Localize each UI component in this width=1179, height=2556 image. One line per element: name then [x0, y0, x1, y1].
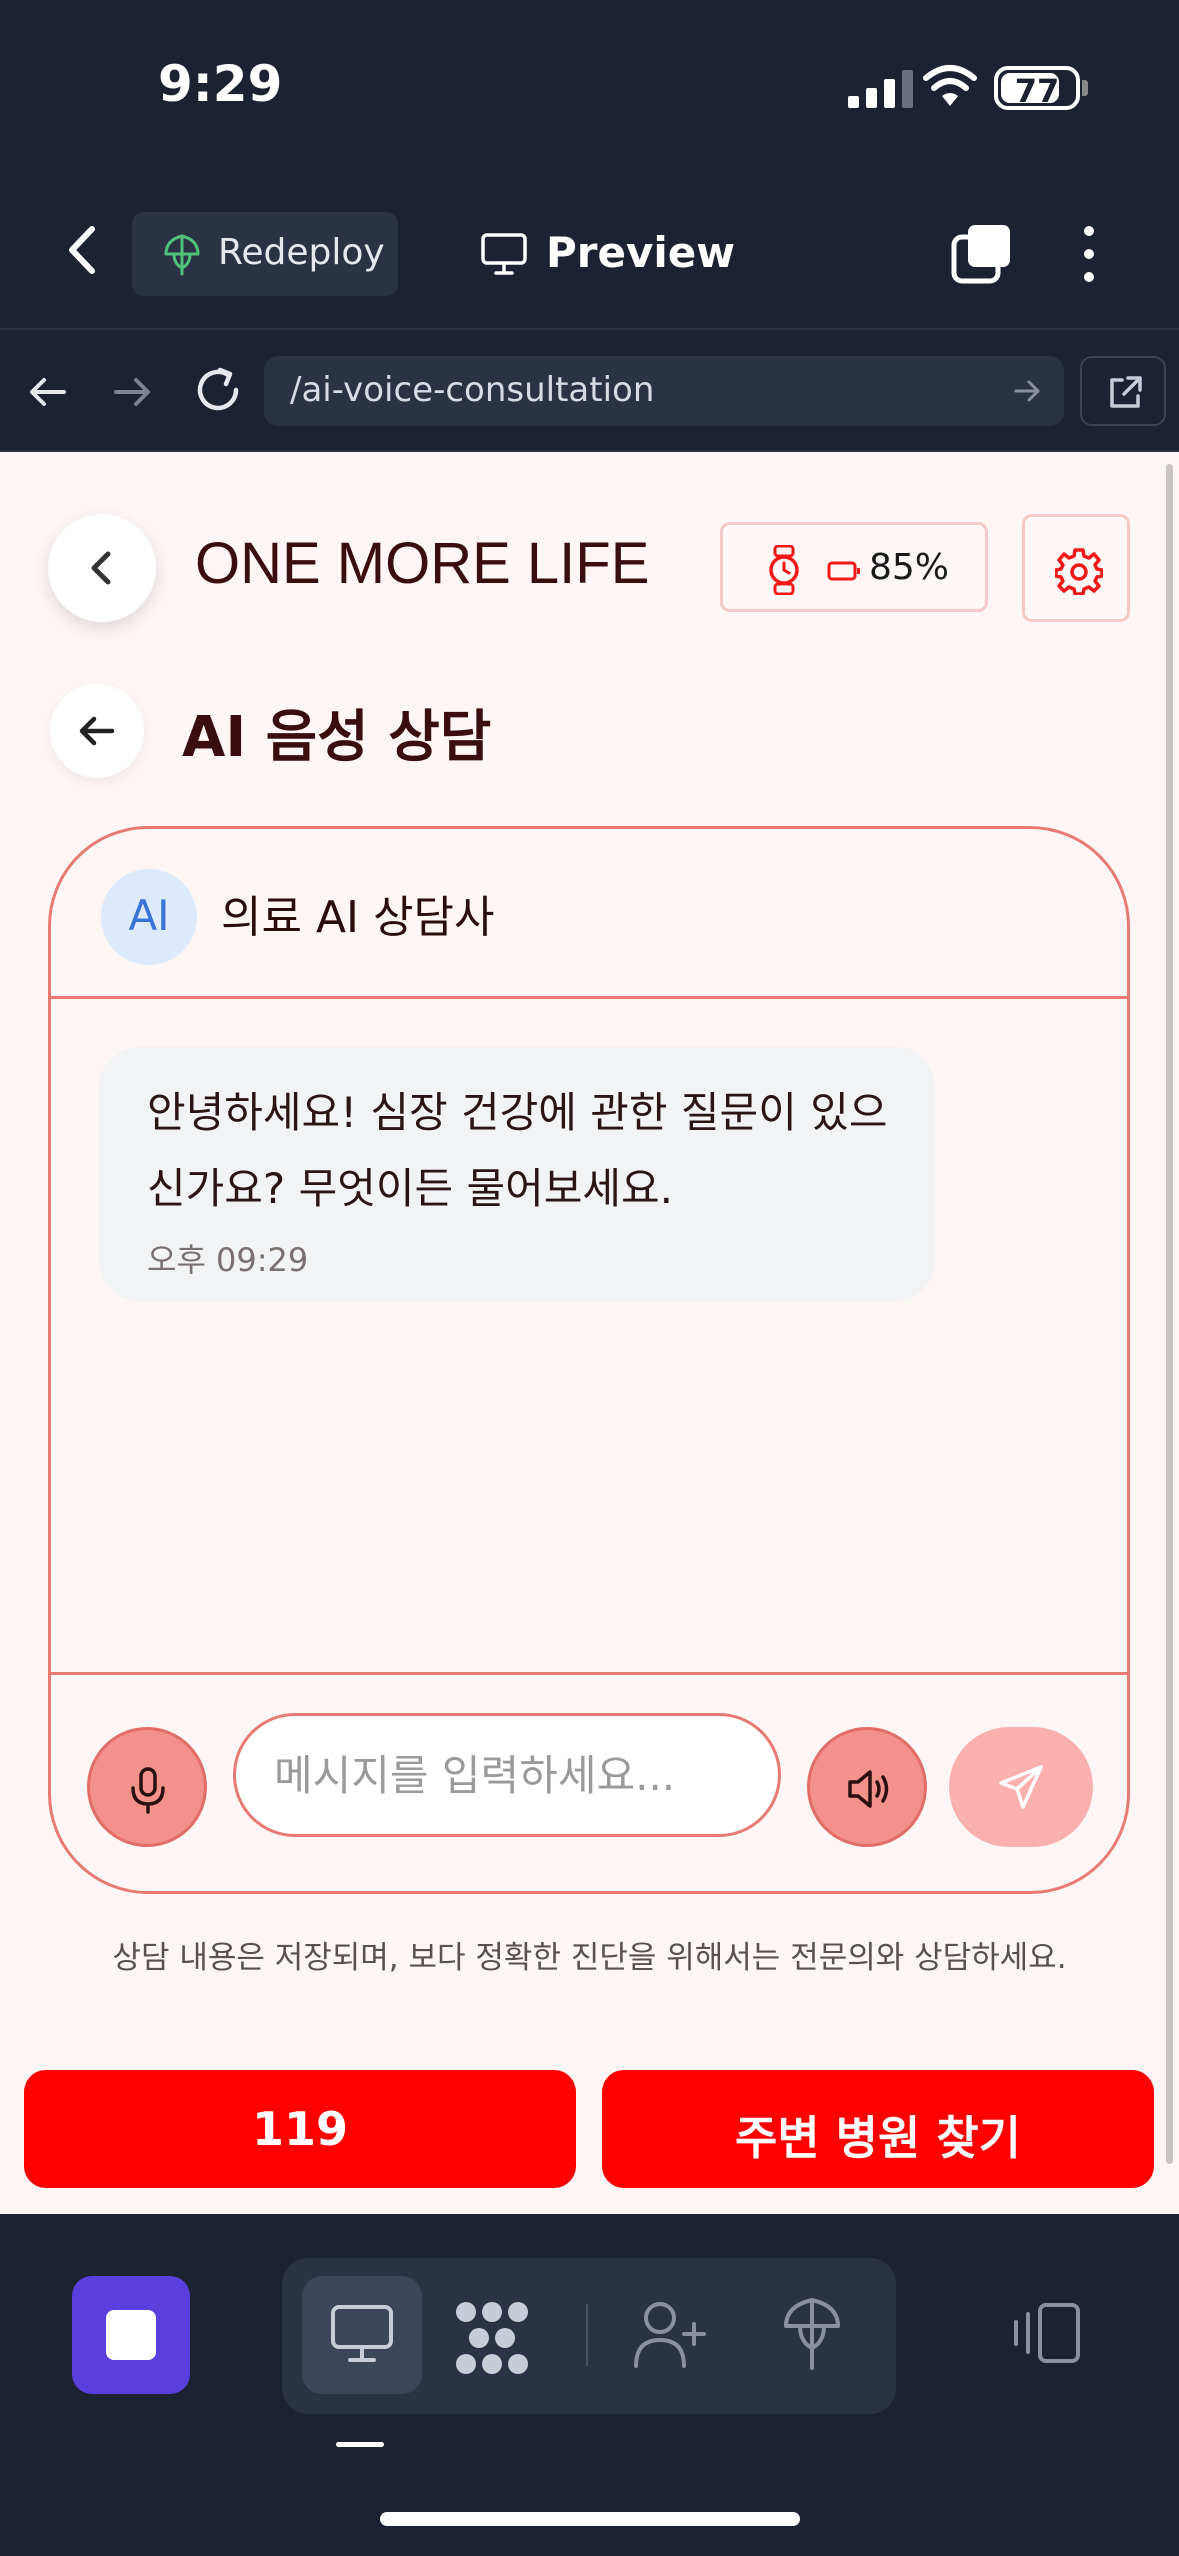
send-button[interactable]	[949, 1727, 1093, 1847]
cellular-signal-icon	[848, 70, 913, 108]
open-external-button[interactable]	[1080, 356, 1166, 426]
emergency-label: 119	[251, 2102, 349, 2156]
find-hospital-button[interactable]: 주변 병원 찾기	[602, 2070, 1154, 2188]
emergency-call-button[interactable]: 119	[24, 2070, 576, 2188]
back-chevron-icon[interactable]	[58, 215, 108, 285]
settings-button[interactable]	[1022, 514, 1130, 622]
chat-card: AI 의료 AI 상담사 안녕하세요! 심장 건강에 관한 질문이 있으신가요?…	[48, 826, 1130, 1894]
tabs-icon[interactable]	[950, 223, 1014, 285]
gear-icon	[1055, 548, 1103, 595]
toolbar-separator	[586, 2304, 588, 2366]
external-link-icon	[1110, 376, 1142, 408]
more-vertical-icon[interactable]	[1074, 223, 1104, 285]
chat-header: AI 의료 AI 상담사	[51, 829, 1127, 999]
arrow-left-icon[interactable]	[24, 368, 72, 416]
go-arrow-icon[interactable]	[1012, 376, 1042, 406]
stop-button[interactable]	[72, 2276, 190, 2394]
preview-button[interactable]: Preview	[478, 212, 738, 296]
redeploy-button[interactable]: Redeploy	[132, 212, 398, 296]
message-text: 안녕하세요! 심장 건강에 관한 질문이 있으신가요? 무엇이든 물어보세요.	[147, 1088, 888, 1213]
composer	[51, 1675, 1127, 1891]
brand-logo-text: ONE MORE LIFE	[195, 531, 650, 596]
battery-nub	[1082, 80, 1088, 96]
speaker-button[interactable]	[807, 1727, 927, 1847]
message-time: 오후 09:29	[147, 1241, 309, 1279]
arrow-right-icon[interactable]	[108, 368, 156, 416]
device-battery-percent: 85%	[869, 547, 950, 588]
header-back-button[interactable]	[48, 514, 156, 622]
tool-group	[282, 2258, 896, 2414]
redeploy-label: Redeploy	[218, 232, 385, 273]
reload-icon[interactable]	[192, 364, 244, 416]
deploy-tree-icon	[164, 234, 200, 276]
agent-name: 의료 AI 상담사	[221, 892, 495, 943]
app-bar: Redeploy Preview	[0, 175, 1179, 330]
battery-low-icon	[827, 561, 860, 581]
microphone-icon	[131, 1767, 165, 1814]
disclaimer-text: 상담 내용은 저장되며, 보다 정확한 진단을 위해서는 전문의와 상담하세요.	[112, 1940, 1067, 1976]
hospital-label: 주변 병원 찾기	[735, 2111, 1021, 2165]
status-bar: 9:29 77	[0, 0, 1179, 175]
device-frame-icon[interactable]	[1010, 2302, 1082, 2364]
apps-icon[interactable]	[452, 2298, 532, 2378]
device-status[interactable]: 85%	[720, 522, 988, 612]
bottom-toolbar	[0, 2214, 1179, 2556]
battery-icon: 77	[994, 66, 1080, 110]
stop-icon	[106, 2310, 156, 2360]
page-title: AI 음성 상담	[182, 705, 492, 770]
deploy-tree-icon[interactable]	[782, 2296, 842, 2372]
web-content: ONE MORE LIFE 85% AI 음성 상담 AI 의료 AI 상담사 …	[0, 452, 1179, 2214]
avatar-text: AI	[128, 891, 170, 940]
add-user-icon[interactable]	[632, 2300, 708, 2370]
chevron-left-icon	[91, 551, 111, 585]
send-icon	[999, 1765, 1043, 1809]
home-indicator[interactable]	[380, 2512, 800, 2526]
watch-icon	[769, 545, 799, 595]
url-bar: /ai-voice-consultation	[0, 330, 1179, 452]
active-tab-indicator	[336, 2442, 384, 2447]
speaker-icon	[848, 1770, 889, 1808]
chat-messages: 안녕하세요! 심장 건강에 관한 질문이 있으신가요? 무엇이든 물어보세요. …	[51, 999, 1127, 1675]
arrow-left-icon	[79, 716, 115, 746]
status-time: 9:29	[158, 55, 283, 113]
url-field[interactable]: /ai-voice-consultation	[264, 356, 1064, 426]
message-bubble: 안녕하세요! 심장 건강에 관한 질문이 있으신가요? 무엇이든 물어보세요. …	[99, 1047, 935, 1301]
mic-button[interactable]	[87, 1727, 207, 1847]
battery-level: 77	[1014, 72, 1060, 110]
avatar: AI	[101, 869, 197, 965]
monitor-icon	[331, 2305, 393, 2362]
title-back-button[interactable]	[50, 684, 144, 778]
desktop-view-button[interactable]	[302, 2276, 422, 2394]
scrollbar[interactable]	[1166, 464, 1173, 2164]
monitor-icon	[481, 233, 527, 275]
wifi-icon	[923, 65, 977, 106]
message-input[interactable]	[233, 1713, 781, 1837]
preview-label: Preview	[546, 228, 736, 277]
url-text: /ai-voice-consultation	[290, 370, 655, 410]
